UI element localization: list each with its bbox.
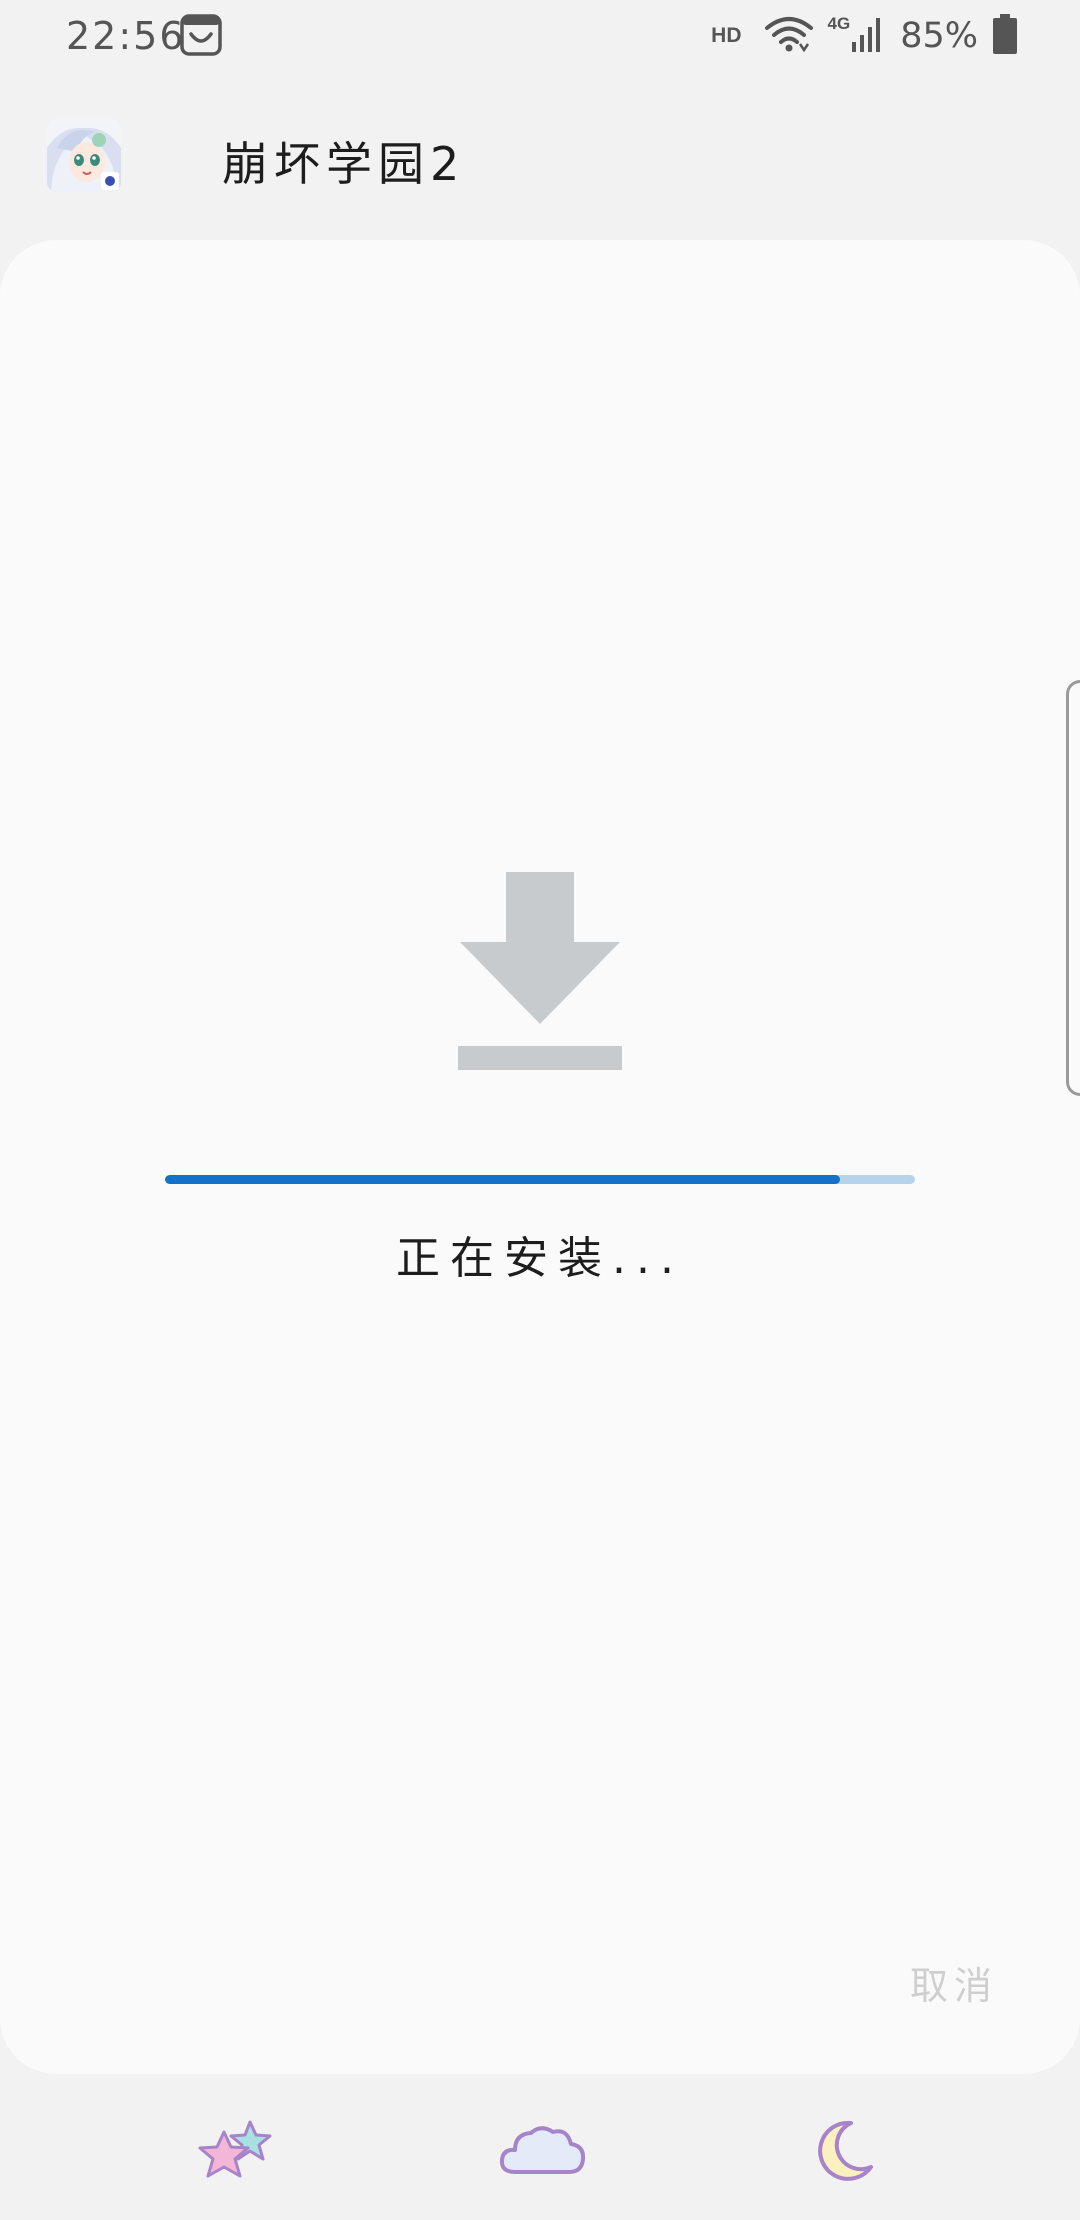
download-icon [458, 872, 622, 1070]
bottom-nav [0, 2074, 1080, 2220]
moon-icon [811, 2117, 877, 2187]
hd-label: HD [711, 24, 742, 47]
network-type-label: 4G [827, 14, 851, 33]
battery-percentage: 85% [900, 16, 978, 56]
status-indicators: HD 4G 85% [711, 12, 1018, 60]
edge-panel-handle[interactable] [1066, 680, 1080, 1096]
status-bar: 22:56 HD 4G 85% [0, 0, 1080, 72]
wifi-icon [764, 14, 814, 58]
stars-icon [198, 2118, 282, 2186]
nav-moon-button[interactable] [794, 2112, 894, 2192]
cloud-icon [497, 2120, 587, 2184]
app-header: 崩坏学园2 [0, 110, 1080, 210]
app-name: 崩坏学园2 [222, 137, 466, 191]
install-progress-fill [165, 1175, 840, 1184]
app-icon [47, 118, 121, 192]
nav-stars-button[interactable] [190, 2112, 290, 2192]
battery-icon [992, 13, 1018, 59]
notification-bag-icon [180, 14, 222, 56]
nav-cloud-button[interactable] [492, 2112, 592, 2192]
cancel-button[interactable]: 取消 [910, 1955, 998, 2010]
install-card [0, 240, 1080, 2074]
install-progress-bar [165, 1175, 915, 1184]
signal-icon [850, 14, 886, 58]
install-status-text: 正在安装... [396, 1233, 684, 1284]
status-time: 22:56 [66, 14, 186, 58]
